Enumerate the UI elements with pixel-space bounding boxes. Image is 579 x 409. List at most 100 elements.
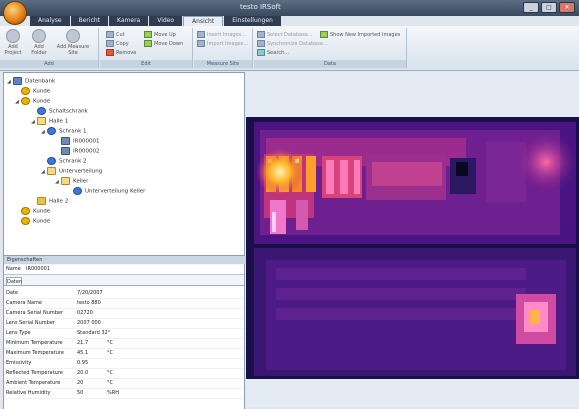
- tree-item-label: Kunde: [33, 218, 51, 225]
- tree-item-database[interactable]: ◢ Datenbank: [7, 77, 55, 86]
- measure-site-icon: [66, 29, 80, 43]
- add-measure-site-button[interactable]: Add Measure Site: [55, 29, 91, 56]
- customer-icon: [21, 217, 30, 225]
- expand-toggle-icon[interactable]: ◢: [41, 128, 47, 137]
- property-value: 20.0: [77, 370, 89, 376]
- add-project-button[interactable]: Add Project: [2, 29, 24, 56]
- remove-label: Remove: [116, 50, 137, 56]
- measure-site-icon: [47, 157, 56, 165]
- property-value: 0.95: [77, 360, 89, 366]
- tab-camera[interactable]: Kamera: [109, 16, 149, 26]
- property-unit: %RH: [107, 390, 119, 396]
- copy-label: Copy: [116, 41, 129, 47]
- cut-icon: [106, 31, 114, 38]
- tree-item-image[interactable]: IR000002: [55, 147, 99, 156]
- tab-settings[interactable]: Einstellungen: [224, 16, 281, 26]
- property-label: Maximum Temperature: [6, 350, 64, 356]
- measure-site-icon: [47, 127, 56, 135]
- measure-site-icon: [37, 107, 46, 115]
- ribbon-group-label: Edit: [100, 60, 192, 68]
- tree-item-label: IR000002: [73, 148, 100, 155]
- show-new-images-button[interactable]: Show New Imported Images: [320, 31, 400, 39]
- name-field[interactable]: Name IR000001: [4, 265, 244, 275]
- move-down-label: Move Down: [154, 41, 184, 47]
- property-label: Lens Type: [6, 330, 31, 336]
- tree-item-measure-site[interactable]: Unterverteilung Keller: [67, 187, 145, 196]
- tree-item-label: Halle 2: [49, 198, 69, 205]
- tree-item-customer[interactable]: ◢ Kunde: [15, 97, 50, 106]
- insert-icon: [197, 31, 205, 38]
- import-icon: [197, 40, 205, 47]
- tree-item-measure-site[interactable]: Schaltschrank: [31, 107, 88, 116]
- folder-open-icon: [37, 117, 46, 125]
- move-up-label: Move Up: [154, 32, 176, 38]
- tree-item-label: Unterverteilung: [59, 168, 103, 175]
- copy-button[interactable]: Copy: [106, 40, 129, 48]
- tree-item-measure-site[interactable]: Schrank 2: [41, 157, 87, 166]
- property-value: 45.1: [77, 350, 89, 356]
- folder-icon: [37, 197, 46, 205]
- tree-item-customer[interactable]: Kunde: [15, 217, 50, 226]
- tree-item-folder[interactable]: ◢ Keller: [55, 177, 88, 186]
- properties-header: Eigenschaften: [4, 256, 247, 264]
- property-label: Minimum Temperature: [6, 340, 63, 346]
- add-measure-site-label: Add Measure Site: [56, 44, 90, 56]
- ribbon-group-edit: Cut Copy Remove Move Up Move Down Edit: [100, 28, 193, 68]
- customer-icon: [21, 207, 30, 215]
- select-database-label: Select Database...: [267, 32, 313, 38]
- tree-item-folder[interactable]: ◢ Unterverteilung: [41, 167, 102, 176]
- tab-analyse[interactable]: Analyse: [30, 16, 70, 26]
- ribbon-tabs: Analyse Bericht Kamera Video Ansicht Ein…: [30, 16, 281, 27]
- tree-item-customer[interactable]: Kunde: [15, 87, 50, 96]
- property-value: 50: [77, 390, 84, 396]
- insert-images-button[interactable]: Insert Images...: [197, 31, 246, 39]
- expand-toggle-icon[interactable]: ◢: [15, 98, 21, 107]
- copy-icon: [106, 40, 114, 47]
- tree-item-label: Schrank 2: [59, 158, 87, 165]
- name-value[interactable]: IR000001: [26, 265, 50, 274]
- property-label: Relative Humidity: [6, 390, 51, 396]
- thermal-image[interactable]: [246, 72, 579, 407]
- measure-site-icon: [73, 187, 82, 195]
- search-button[interactable]: Search...: [257, 49, 289, 57]
- maximize-button[interactable]: □: [541, 2, 557, 13]
- ribbon: Add Project Add Folder Add Measure Site …: [0, 26, 579, 71]
- tree-item-measure-site[interactable]: ◢ Schrank 1: [41, 127, 87, 136]
- move-up-button[interactable]: Move Up: [144, 31, 176, 39]
- tab-video[interactable]: Video: [149, 16, 183, 26]
- application-menu-button[interactable]: [3, 1, 27, 25]
- property-label: Lens Serial Number: [6, 320, 55, 326]
- project-tree-panel: ◢ Datenbank Kunde ◢ Kunde Schaltschrank ◢ H…: [3, 72, 245, 256]
- ribbon-group-measure-site: Insert Images... Import Images... Measur…: [194, 28, 253, 68]
- import-images-label: Import Images...: [207, 41, 249, 47]
- property-row: Relative Humidity 50 %RH: [4, 388, 244, 399]
- database-icon: [13, 77, 22, 85]
- tree-item-label: IR000001: [73, 138, 100, 145]
- import-images-button[interactable]: Import Images...: [197, 40, 248, 48]
- tree-item-label: Datenbank: [25, 78, 56, 85]
- select-database-button[interactable]: Select Database...: [257, 31, 313, 39]
- synchronize-database-button[interactable]: Synchronize Database...: [257, 40, 328, 48]
- add-folder-button[interactable]: Add Folder: [28, 29, 50, 56]
- search-label: Search...: [267, 50, 289, 56]
- ribbon-group-label: Data: [254, 60, 406, 68]
- tree-item-image[interactable]: IR000001: [55, 137, 99, 146]
- minimize-button[interactable]: _: [523, 2, 539, 13]
- tree-item-label: Unterverteilung Keller: [85, 188, 146, 195]
- tree-item-customer[interactable]: Kunde: [15, 207, 50, 216]
- project-icon: [6, 29, 20, 43]
- tree-item-folder[interactable]: Halle 2: [31, 197, 68, 206]
- sync-icon: [257, 40, 265, 47]
- move-down-button[interactable]: Move Down: [144, 40, 183, 48]
- remove-button[interactable]: Remove: [106, 49, 136, 57]
- property-label: Camera Serial Number: [6, 310, 64, 316]
- property-value: 21.7: [77, 340, 89, 346]
- arrow-up-icon: [144, 31, 152, 38]
- close-button[interactable]: ✕: [559, 2, 575, 13]
- insert-images-label: Insert Images...: [207, 32, 246, 38]
- cut-button[interactable]: Cut: [106, 31, 125, 39]
- tree-item-label: Schaltschrank: [49, 108, 88, 115]
- tree-item-folder[interactable]: ◢ Halle 1: [31, 117, 68, 126]
- tab-report[interactable]: Bericht: [70, 16, 109, 26]
- ribbon-group-label: Add: [0, 60, 98, 68]
